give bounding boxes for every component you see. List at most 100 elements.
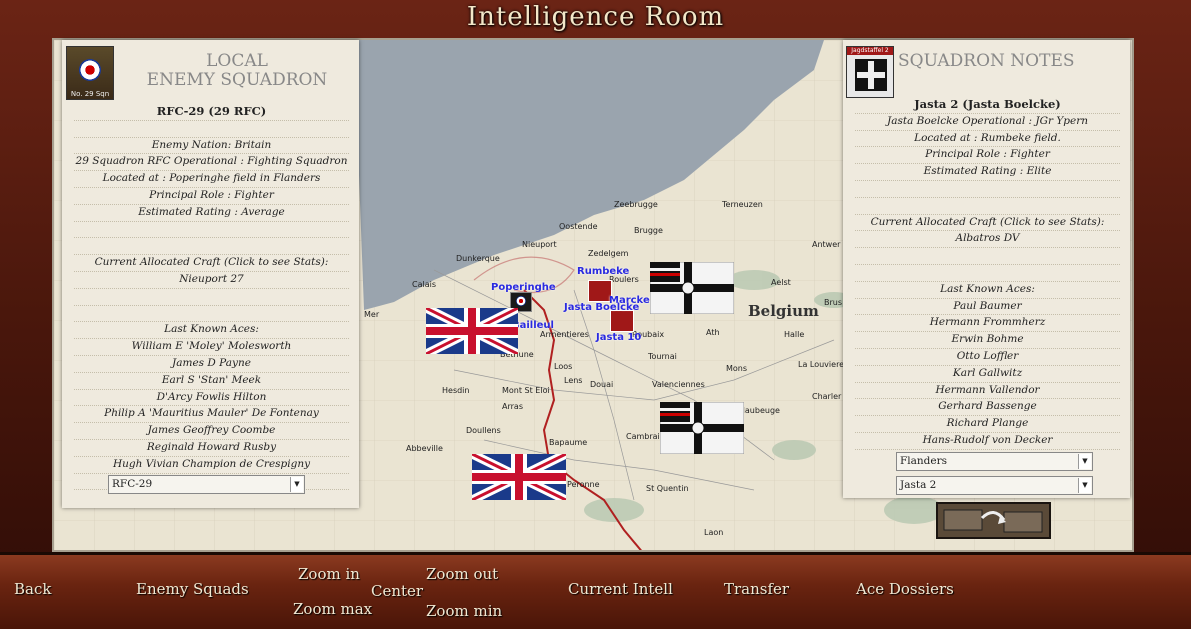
ace-row[interactable]: Earl S 'Stan' Meek <box>74 373 349 390</box>
ace-row[interactable]: Hans-Rudolf von Decker <box>855 433 1120 450</box>
ace-row[interactable]: Hugh Vivian Champion de Crespigny <box>74 457 349 474</box>
ace-row[interactable]: Gerhard Bassenge <box>855 399 1120 417</box>
craft-label: Current Allocated Craft (Click to see St… <box>74 255 349 272</box>
principal-role: Principal Role : Fighter <box>855 147 1120 165</box>
ace-row[interactable]: Paul Baumer <box>855 299 1120 316</box>
ace-row[interactable]: James D Payne <box>74 356 349 373</box>
place-mer: Mer <box>364 310 380 319</box>
ace-row[interactable]: Erwin Bohme <box>855 332 1120 349</box>
place-laon: Laon <box>704 528 724 537</box>
ace-row[interactable]: Hermann Vallendor <box>855 383 1120 400</box>
region-select-value: Flanders <box>900 455 948 467</box>
map-label-jasta-boelcke[interactable]: Jasta Boelcke <box>564 302 639 313</box>
ace-row[interactable]: James Geoffrey Coombe <box>74 423 349 440</box>
window-title: Intelligence Room <box>466 2 725 32</box>
place-hesdin: Hesdin <box>442 386 470 395</box>
ace-row[interactable]: Hermann Frommherz <box>855 315 1120 333</box>
heading-line-1: LOCAL <box>206 51 268 71</box>
place-louviere: La Louviere <box>798 360 845 369</box>
chevron-down-icon[interactable]: ▼ <box>290 477 303 492</box>
place-antwerp: Antwer <box>812 240 841 249</box>
map-label-bailleul[interactable]: Bailleul <box>512 320 554 331</box>
aces-label: Last Known Aces: <box>855 282 1120 299</box>
chevron-down-icon[interactable]: ▼ <box>1078 454 1091 469</box>
squadron-badge-icon[interactable]: No. 29 Sqn <box>66 46 114 100</box>
ace-row[interactable]: Philip A 'Mauritius Mauler' De Fontenay <box>74 406 349 424</box>
place-calais: Calais <box>412 280 437 289</box>
place-valenciennes: Valenciennes <box>652 380 705 389</box>
transfer-squadron-button[interactable] <box>936 502 1051 539</box>
place-arras: Arras <box>502 402 523 411</box>
place-montstel: Mont St Eloi <box>502 386 550 395</box>
squadron-name: Jasta 2 (Jasta Boelcke) <box>855 97 1120 114</box>
place-tournai: Tournai <box>648 352 677 361</box>
ace-row[interactable]: Otto Loffler <box>855 349 1120 366</box>
british-flag-icon-2[interactable] <box>472 454 566 500</box>
place-dunkerque: Dunkerque <box>456 254 500 263</box>
place-zeebrugge: Zeebrugge <box>614 200 658 209</box>
heading-line-2: ENEMY SQUADRON <box>146 70 328 90</box>
blank-row <box>74 289 349 306</box>
squadron-select[interactable]: Jasta 2 ▼ <box>896 476 1093 495</box>
map-label-rumbeke[interactable]: Rumbeke <box>577 266 629 277</box>
center-button[interactable]: Center <box>371 582 423 600</box>
panel-heading: SQUADRON NOTES <box>898 51 1075 71</box>
blank-row <box>855 181 1120 198</box>
airfield-marckebeeke-marker[interactable] <box>610 310 634 332</box>
chevron-down-icon[interactable]: ▼ <box>1078 478 1091 493</box>
country-label-belgium: Belgium <box>748 302 819 320</box>
ace-row[interactable]: Karl Gallwitz <box>855 366 1120 383</box>
german-war-flag-icon[interactable] <box>650 262 734 314</box>
operational: 29 Squadron RFC Operational : Fighting S… <box>74 154 349 172</box>
squadron-select-value: Jasta 2 <box>900 479 937 491</box>
place-brugge: Brugge <box>634 226 663 235</box>
transfer-arrow-icon <box>943 509 1043 533</box>
zoom-max-button[interactable]: Zoom max <box>293 600 372 618</box>
ace-dossiers-button[interactable]: Ace Dossiers <box>856 580 954 598</box>
allocated-craft-link[interactable]: Albatros DV <box>855 231 1120 249</box>
place-maubeuge: Maubeuge <box>738 406 780 415</box>
place-hal: Halle <box>784 330 805 339</box>
place-abbeville: Abbeville <box>406 444 443 453</box>
place-mons: Mons <box>726 364 748 373</box>
place-lens: Lens <box>564 376 583 385</box>
roundel-icon <box>516 296 526 306</box>
enemy-squads-button[interactable]: Enemy Squads <box>136 580 249 598</box>
location: Located at : Poperinghe field in Flander… <box>74 171 349 188</box>
place-terneuzen: Terneuzen <box>722 200 763 209</box>
enemy-squadron-select[interactable]: RFC-29 ▼ <box>108 475 305 494</box>
zoom-out-button[interactable]: Zoom out <box>426 565 498 583</box>
german-war-flag-icon-2[interactable] <box>660 402 744 454</box>
british-flag-icon[interactable] <box>426 308 518 354</box>
map-label-jasta-10[interactable]: Jasta 10 <box>596 332 641 343</box>
transfer-button[interactable]: Transfer <box>724 580 789 598</box>
place-peronne: Peronne <box>567 480 600 489</box>
ace-row[interactable]: D'Arcy Fowlis Hilton <box>74 390 349 407</box>
zoom-in-button[interactable]: Zoom in <box>298 565 360 583</box>
region-select[interactable]: Flanders ▼ <box>896 452 1093 471</box>
blank-row <box>74 238 349 256</box>
allocated-craft-link[interactable]: Nieuport 27 <box>74 272 349 289</box>
place-charleroi: Charler <box>812 392 842 401</box>
principal-role: Principal Role : Fighter <box>74 188 349 205</box>
map-label-poperinghe[interactable]: Poperinghe <box>491 282 556 293</box>
zoom-min-button[interactable]: Zoom min <box>426 602 502 620</box>
estimated-rating: Estimated Rating : Elite <box>855 164 1120 181</box>
ace-row[interactable]: William E 'Moley' Molesworth <box>74 339 349 356</box>
enemy-nation: Enemy Nation: Britain <box>74 138 349 155</box>
blank-row <box>855 198 1120 215</box>
squadron-info: RFC-29 (29 RFC) Enemy Nation: Britain 29… <box>74 104 349 491</box>
squadron-badge-icon[interactable]: Jagdstaffel 2 <box>846 46 894 98</box>
badge-label: No. 29 Sqn <box>70 90 110 98</box>
back-button[interactable]: Back <box>14 580 51 598</box>
place-douai: Douai <box>590 380 614 389</box>
place-bruss: Brus <box>824 298 843 307</box>
aces-label: Last Known Aces: <box>74 322 349 340</box>
roundel-icon <box>79 59 101 81</box>
place-oostende: Oostende <box>559 222 598 231</box>
place-doullens: Doullens <box>466 426 501 435</box>
ace-row[interactable]: Richard Plange <box>855 416 1120 433</box>
squadron-info: Jasta 2 (Jasta Boelcke) Jasta Boelcke Op… <box>855 97 1120 450</box>
ace-row[interactable]: Reginald Howard Rusby <box>74 440 349 457</box>
current-intel-button[interactable]: Current Intell <box>568 580 673 598</box>
